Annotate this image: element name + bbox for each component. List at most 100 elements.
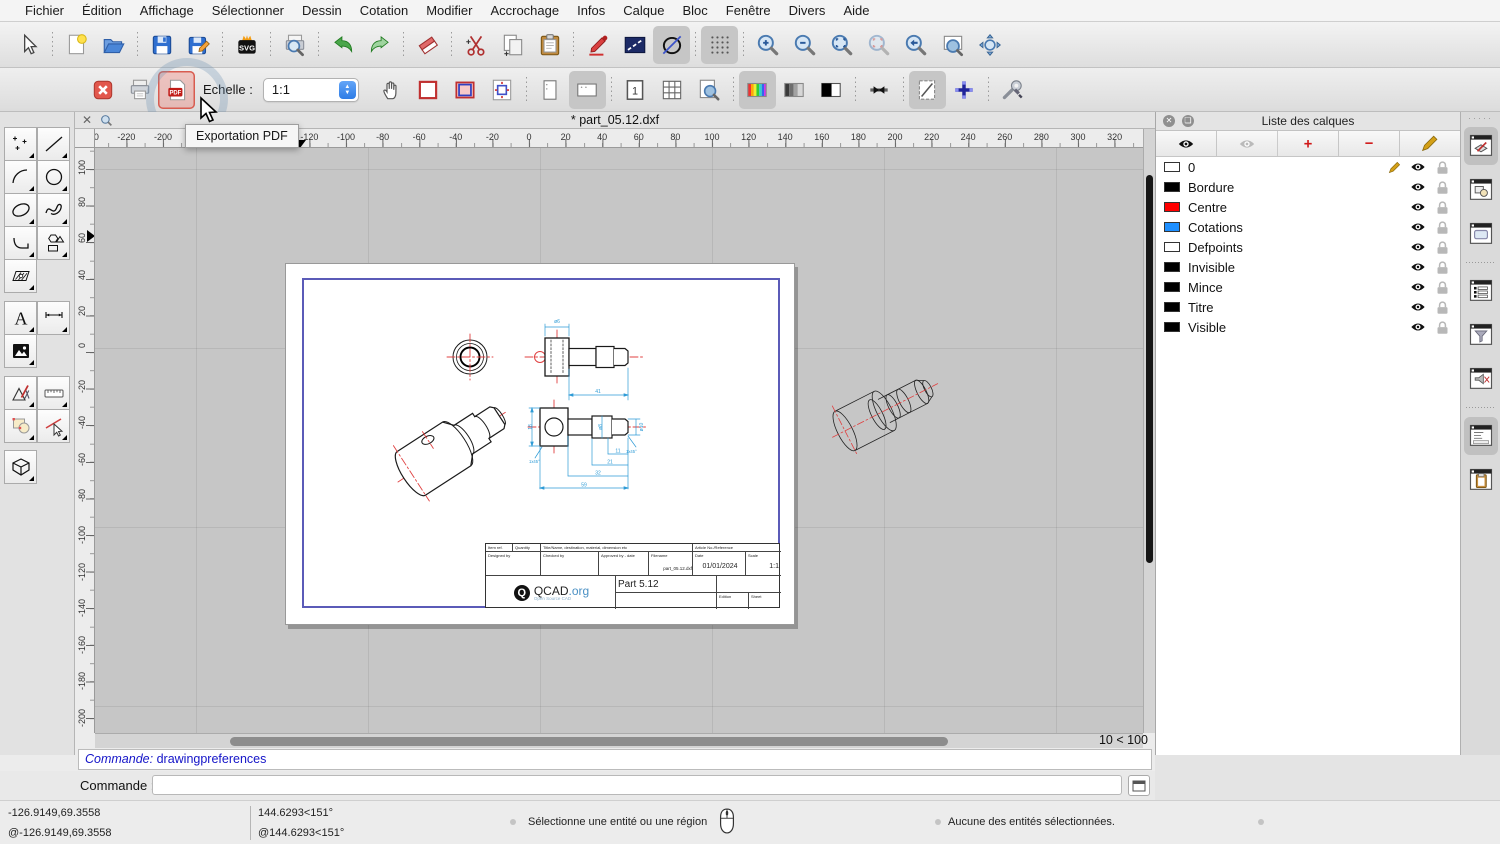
layer-visibility-eye-icon[interactable] bbox=[1406, 219, 1430, 235]
layer-visibility-eye-icon[interactable] bbox=[1406, 319, 1430, 335]
menu-divers[interactable]: Divers bbox=[780, 3, 835, 18]
drawing-canvas[interactable]: ø6 41 18 1x45° ø8 ø10 1x45° 11 21 32 59 … bbox=[95, 148, 1143, 733]
layer-lock-icon[interactable] bbox=[1430, 240, 1454, 255]
menu-fenetre[interactable]: Fenêtre bbox=[717, 3, 780, 18]
layer-row[interactable]: Centre bbox=[1156, 197, 1460, 217]
vertical-scrollbar-thumb[interactable] bbox=[1146, 175, 1153, 563]
page-multi-button[interactable] bbox=[654, 71, 691, 109]
menu-edition[interactable]: Édition bbox=[73, 3, 131, 18]
paper-borders-blue-button[interactable] bbox=[447, 71, 484, 109]
dock-clipboard-button[interactable] bbox=[1464, 461, 1498, 499]
app-preferences-button[interactable] bbox=[994, 71, 1031, 109]
hatch-tools-button[interactable] bbox=[4, 259, 37, 293]
image-tools-button[interactable] bbox=[4, 334, 37, 368]
menu-affichage[interactable]: Affichage bbox=[131, 3, 203, 18]
print-preview-button[interactable] bbox=[276, 26, 313, 64]
page-landscape-button[interactable] bbox=[568, 70, 606, 109]
menu-fichier[interactable]: Fichier bbox=[16, 3, 73, 18]
polyline-tools-button[interactable] bbox=[4, 226, 37, 260]
svg-export-button[interactable]: SVG bbox=[228, 26, 265, 64]
text-tools-button[interactable]: A bbox=[4, 301, 37, 335]
paper-borders-button[interactable] bbox=[410, 71, 447, 109]
dock-drag-handle[interactable]: ····· bbox=[1468, 112, 1493, 124]
layer-lock-icon[interactable] bbox=[1430, 320, 1454, 335]
dock-view-list-button[interactable] bbox=[1464, 215, 1498, 253]
color-full-button[interactable] bbox=[738, 70, 776, 109]
menu-calque[interactable]: Calque bbox=[614, 3, 673, 18]
layer-row[interactable]: Invisible bbox=[1156, 257, 1460, 277]
layer-visibility-eye-icon[interactable] bbox=[1406, 239, 1430, 255]
close-document-button[interactable] bbox=[84, 71, 121, 109]
point-tools-button[interactable] bbox=[4, 127, 37, 161]
dock-viewport-button[interactable] bbox=[1464, 360, 1498, 398]
color-bw-button[interactable] bbox=[813, 71, 850, 109]
menu-bloc[interactable]: Bloc bbox=[673, 3, 716, 18]
menu-cotation[interactable]: Cotation bbox=[351, 3, 417, 18]
layer-row[interactable]: Bordure bbox=[1156, 177, 1460, 197]
horizontal-scrollbar-thumb[interactable] bbox=[230, 737, 948, 746]
paste-button[interactable] bbox=[531, 26, 568, 64]
layer-edit-pencil-icon[interactable] bbox=[1382, 160, 1406, 175]
layer-row[interactable]: Mince bbox=[1156, 277, 1460, 297]
menu-aide[interactable]: Aide bbox=[834, 3, 878, 18]
page-portrait-button[interactable] bbox=[532, 71, 569, 109]
menu-accrochage[interactable]: Accrochage bbox=[481, 3, 568, 18]
dock-selection-filter-button[interactable] bbox=[1464, 316, 1498, 354]
file-save-button[interactable] bbox=[143, 26, 180, 64]
layer-visibility-eye-icon[interactable] bbox=[1406, 199, 1430, 215]
projection-tools-button[interactable] bbox=[4, 450, 37, 484]
layer-lock-icon[interactable] bbox=[1430, 200, 1454, 215]
restriction-none-button[interactable] bbox=[653, 25, 690, 64]
layer-row[interactable]: Cotations bbox=[1156, 217, 1460, 237]
pdf-export-button[interactable]: PDF bbox=[158, 70, 195, 109]
menu-dessin[interactable]: Dessin bbox=[293, 3, 351, 18]
spline-tools-button[interactable] bbox=[37, 193, 70, 227]
layer-row[interactable]: 0 bbox=[1156, 157, 1460, 177]
draw-misc-tools-button[interactable] bbox=[4, 376, 37, 410]
dock-layer-list-button[interactable] bbox=[1463, 127, 1498, 165]
layer-lock-icon[interactable] bbox=[1430, 220, 1454, 235]
layer-lock-icon[interactable] bbox=[1430, 300, 1454, 315]
file-save-as-button[interactable] bbox=[180, 26, 217, 64]
zoom-pan-button[interactable] bbox=[971, 26, 1008, 64]
layer-lock-icon[interactable] bbox=[1430, 280, 1454, 295]
layer-visibility-eye-icon[interactable] bbox=[1406, 259, 1430, 275]
ellipse-tools-button[interactable] bbox=[4, 193, 37, 227]
menu-infos[interactable]: Infos bbox=[568, 3, 614, 18]
measure-tools-button[interactable] bbox=[37, 376, 70, 410]
layer-lock-icon[interactable] bbox=[1430, 160, 1454, 175]
page-single-button[interactable]: 1 bbox=[617, 71, 654, 109]
pan-hand-button[interactable] bbox=[373, 71, 410, 109]
dock-block-list-button[interactable] bbox=[1464, 171, 1498, 209]
dock-property-editor-button[interactable] bbox=[1464, 272, 1498, 310]
print-button[interactable] bbox=[121, 71, 158, 109]
circle-tools-button[interactable] bbox=[37, 160, 70, 194]
redo-button[interactable] bbox=[361, 26, 398, 64]
property-pen-button[interactable] bbox=[579, 26, 616, 64]
horizontal-scrollbar[interactable] bbox=[95, 733, 1143, 748]
menu-modifier[interactable]: Modifier bbox=[417, 3, 481, 18]
zoom-window-button[interactable] bbox=[934, 26, 971, 64]
copy-button[interactable] bbox=[494, 26, 531, 64]
zoom-previous-button[interactable] bbox=[897, 26, 934, 64]
layer-visibility-eye-icon[interactable] bbox=[1406, 299, 1430, 315]
layer-row[interactable]: Visible bbox=[1156, 317, 1460, 337]
file-new-button[interactable] bbox=[58, 26, 95, 64]
eraser-button[interactable] bbox=[409, 26, 446, 64]
zoom-out-button[interactable] bbox=[786, 26, 823, 64]
layer-row[interactable]: Titre bbox=[1156, 297, 1460, 317]
dimension-tools-button[interactable] bbox=[37, 301, 70, 335]
zoom-auto-button[interactable] bbox=[823, 26, 860, 64]
line-tools-button[interactable] bbox=[37, 127, 70, 161]
add-layer-button[interactable]: + bbox=[1278, 131, 1339, 156]
draft-mode-button[interactable] bbox=[908, 70, 946, 109]
undo-button[interactable] bbox=[324, 26, 361, 64]
edit-layer-button[interactable] bbox=[1400, 131, 1460, 156]
point-display-button[interactable] bbox=[946, 71, 983, 109]
cursor-arrow-button[interactable] bbox=[10, 26, 47, 64]
layer-lock-icon[interactable] bbox=[1430, 260, 1454, 275]
file-open-button[interactable] bbox=[95, 26, 132, 64]
cut-button[interactable] bbox=[457, 26, 494, 64]
remove-layer-button[interactable]: − bbox=[1339, 131, 1400, 156]
layer-lock-icon[interactable] bbox=[1430, 180, 1454, 195]
